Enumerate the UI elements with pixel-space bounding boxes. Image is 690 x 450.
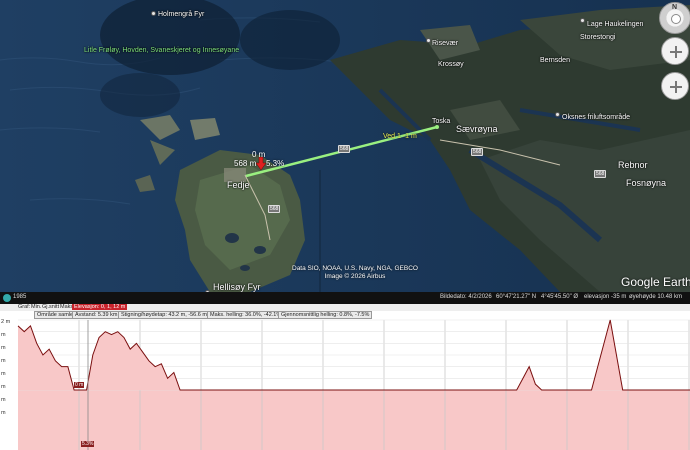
elevation-profile-panel[interactable]: Graf: Min. Gj.snitt Maks Elevasjon: 0, 1… <box>0 304 690 450</box>
landmark-pin[interactable] <box>426 38 431 43</box>
landmark-pin[interactable] <box>580 18 585 23</box>
look-control-icon[interactable] <box>661 37 689 65</box>
road-shield: 568 <box>594 170 607 178</box>
longitude: 4°45'45.50" Ø <box>541 294 579 300</box>
place-label[interactable]: Fedje <box>227 180 250 190</box>
place-label[interactable]: Litle Frøløy, Hovden, Svaneskjeret og In… <box>84 47 239 54</box>
image-date: Bildedato: 4/2/2026 <box>440 294 492 300</box>
path-distance-label: 568 m <box>234 159 257 168</box>
landmark-pin[interactable] <box>555 112 560 117</box>
place-label[interactable]: Fosnøyna <box>626 178 666 188</box>
position-arrow-icon <box>256 157 266 170</box>
imagery-year[interactable]: 1985 <box>13 294 26 300</box>
cursor-elevation: elevasjon -35 m <box>584 294 627 300</box>
place-label[interactable]: Oksnes friluftsområde <box>562 114 630 121</box>
place-label[interactable]: Sævrøyna <box>456 124 498 134</box>
place-label[interactable]: Storestongi <box>580 34 615 41</box>
place-label[interactable]: Hellisøy Fyr <box>213 282 261 292</box>
road-shield: 568 <box>268 205 281 213</box>
place-label[interactable]: Rebnor <box>618 160 648 170</box>
chart-baseline-fill <box>18 390 690 450</box>
historical-imagery-icon[interactable] <box>3 294 11 302</box>
compass-icon[interactable]: N <box>659 2 690 34</box>
place-label[interactable]: Krossøy <box>438 61 464 68</box>
status-bar: 1985 Bildedato: 4/2/2026 60°47'21.27" N … <box>0 292 690 304</box>
road-shield: 568 <box>471 148 484 156</box>
landmark-pin[interactable] <box>151 11 156 16</box>
place-label[interactable]: Holmengrå Fyr <box>158 11 204 18</box>
move-control-icon[interactable] <box>661 72 689 100</box>
cursor-slope-tag: 5.3% <box>81 441 95 447</box>
elevation-chart[interactable] <box>0 304 690 450</box>
cursor-value-tag: 0 m <box>74 382 85 388</box>
google-earth-logo: Google Earth <box>621 275 690 289</box>
place-label[interactable]: Risevær <box>432 40 458 47</box>
path-slope-label: 5.3% <box>266 159 285 168</box>
latitude: 60°47'21.27" N <box>496 294 537 300</box>
place-label[interactable]: Toska <box>432 118 450 125</box>
place-label[interactable]: Bernsden <box>540 57 570 64</box>
road-shield: 568 <box>338 145 351 153</box>
imagery-attribution: Data SIO, NOAA, U.S. Navy, NGA, GEBCO Im… <box>292 265 418 280</box>
map-view[interactable]: Holmengrå Fyr Litle Frøløy, Hovden, Svan… <box>0 0 690 292</box>
path-mid-label: Ved 1 -1 m <box>383 133 417 140</box>
google-earth-window: Holmengrå Fyr Litle Frøløy, Hovden, Svan… <box>0 0 690 450</box>
eye-altitude: øyehøyde 10.48 km <box>629 294 683 300</box>
place-label[interactable]: Lage Haukelingen <box>587 21 643 28</box>
